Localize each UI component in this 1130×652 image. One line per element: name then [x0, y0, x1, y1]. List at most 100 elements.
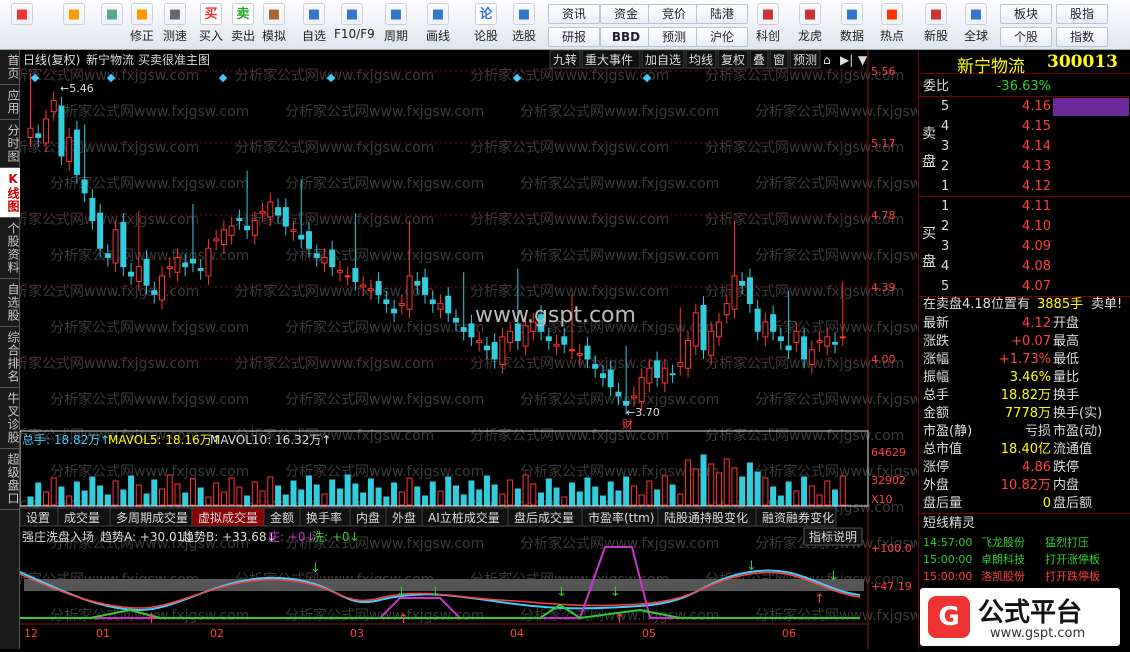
- fire-button[interactable]: ■ 热点: [874, 3, 910, 47]
- volume-bar: [375, 487, 382, 506]
- watermark-text: 分析家公式网www.fxjgsw.com: [470, 139, 669, 156]
- volume-bar: [437, 490, 444, 506]
- volume-bar: [35, 482, 42, 506]
- left-tab[interactable]: 自选股: [0, 279, 20, 327]
- up-arrow-icon: ↑: [814, 592, 825, 607]
- stat-right-label: 市盈(动): [1053, 424, 1103, 439]
- stat-value: 4.86: [1022, 460, 1051, 475]
- quote-row: 金额 7778万 换手(实): [921, 405, 1129, 422]
- quote-row: 3 4.14: [921, 138, 1129, 155]
- quick-button[interactable]: 资金: [600, 4, 652, 24]
- candle: [692, 312, 699, 347]
- volume-bar: [360, 492, 367, 506]
- event-marker-icon[interactable]: [218, 73, 228, 83]
- volume-bar: [406, 477, 413, 506]
- left-tab[interactable]: 个股资料: [0, 218, 20, 279]
- volume-bar: [182, 492, 189, 506]
- select-button[interactable]: ■ 选股: [506, 3, 542, 47]
- candle: [120, 221, 127, 268]
- left-tab[interactable]: 超级盘口: [0, 449, 20, 510]
- quick-button[interactable]: 板块: [1000, 4, 1052, 24]
- newstock-button[interactable]: ■ 新股: [918, 3, 954, 47]
- candle: [615, 391, 622, 397]
- high-mark: ←5.46: [60, 82, 94, 95]
- month-label: 06: [782, 627, 796, 640]
- dragon-button[interactable]: ■ 龙虎: [792, 3, 828, 47]
- candle: [630, 395, 637, 399]
- fix-button[interactable]: ■ 修正: [124, 3, 160, 47]
- left-tab[interactable]: 首页: [0, 50, 20, 85]
- watermark-text: 分析家公式网www.fxjgsw.com: [520, 535, 719, 552]
- quick-button[interactable]: 资讯: [548, 4, 600, 24]
- divider: [919, 196, 1130, 197]
- left-tab[interactable]: 分时图: [0, 120, 20, 168]
- quote-row: 外盘 10.82万 内盘: [921, 477, 1129, 494]
- back-arrow-button[interactable]: ■: [56, 3, 92, 47]
- down-arrow-icon: ↓: [310, 561, 321, 576]
- quick-button[interactable]: 股指: [1056, 4, 1108, 24]
- kechuang-button[interactable]: ■ 科创: [750, 3, 786, 47]
- chart-area[interactable]: 分析家公式网www.fxjgsw.com 分析家公式网www.fxjgsw.com…: [0, 49, 954, 649]
- left-tab[interactable]: 应用: [0, 85, 20, 120]
- quick-button[interactable]: 预测: [648, 27, 700, 47]
- pe-button[interactable]: ■ 数据: [834, 3, 870, 47]
- star-button[interactable]: ■ 自选: [296, 3, 332, 47]
- candle: [104, 253, 111, 258]
- left-tab[interactable]: K线图: [0, 168, 20, 218]
- volume-bar: [383, 496, 390, 506]
- volume-bar: [336, 488, 343, 506]
- discuss-button[interactable]: 论论股: [468, 3, 504, 47]
- f10-button[interactable]: ■ F10/F9: [334, 3, 375, 47]
- kline-chart[interactable]: 分析家公式网www.fxjgsw.com 分析家公式网www.fxjgsw.com…: [0, 49, 954, 649]
- toolbar-label: 龙虎: [797, 29, 822, 43]
- quick-button[interactable]: 陆港: [696, 4, 748, 24]
- left-tab[interactable]: 牛叉诊股: [0, 388, 20, 449]
- elf-event: 打开涨停板: [1045, 553, 1100, 566]
- candle: [762, 321, 769, 338]
- chart-top-button-label: 窗: [773, 53, 785, 67]
- elf-time: 14:57:00: [923, 536, 973, 549]
- volume-bar: [615, 490, 622, 506]
- quick-button[interactable]: BBD: [600, 27, 652, 47]
- toolbar-label: 选股: [511, 29, 536, 43]
- volume-bar: [770, 486, 777, 506]
- volume-bar: [244, 495, 251, 506]
- pen-button[interactable]: ■ 画线: [420, 3, 456, 47]
- stat-right-label: 流通值: [1053, 442, 1093, 457]
- hammer-button[interactable]: ■ 模拟: [256, 3, 292, 47]
- volume-bar: [483, 475, 490, 506]
- candle: [50, 100, 57, 113]
- quick-button[interactable]: 研报: [548, 27, 600, 47]
- volume-bar: [832, 489, 839, 506]
- volume-bar: [793, 490, 800, 506]
- volume-bar: [654, 489, 661, 506]
- quick-button[interactable]: 沪伦: [696, 27, 748, 47]
- month-label: 01: [96, 627, 110, 640]
- stat-value: 7778万: [1004, 406, 1051, 421]
- candle: [491, 341, 498, 360]
- candle: [569, 349, 576, 352]
- volume-bar: [282, 494, 289, 506]
- candle: [135, 266, 142, 282]
- candle: [553, 343, 560, 347]
- volume-bar: [708, 463, 715, 506]
- chart-title: 日线(复权): [23, 53, 80, 67]
- candle: [298, 234, 305, 240]
- candle: [66, 136, 73, 162]
- clock-button[interactable]: ■ 测速: [157, 3, 193, 47]
- expand-icon[interactable]: ▶|: [840, 53, 853, 67]
- globe-button[interactable]: ■ 全球: [958, 3, 994, 47]
- cycle-button[interactable]: ■ 周期: [378, 3, 414, 47]
- left-tab[interactable]: 综合排名: [0, 327, 20, 388]
- lock-icon[interactable]: ⌂: [823, 53, 831, 67]
- quick-button[interactable]: 个股: [1000, 27, 1052, 47]
- candle: [715, 321, 722, 338]
- dropdown-icon[interactable]: ▼: [858, 53, 868, 67]
- buy-button[interactable]: 买买入: [193, 3, 229, 47]
- volume-bar: [228, 477, 235, 506]
- chart-stock-name: 新宁物流: [86, 52, 134, 67]
- quick-button[interactable]: 指数: [1056, 27, 1108, 47]
- quote-row: 1 4.11: [921, 198, 1129, 215]
- grid-button[interactable]: ■: [4, 3, 40, 47]
- quick-button[interactable]: 竞价: [648, 4, 700, 24]
